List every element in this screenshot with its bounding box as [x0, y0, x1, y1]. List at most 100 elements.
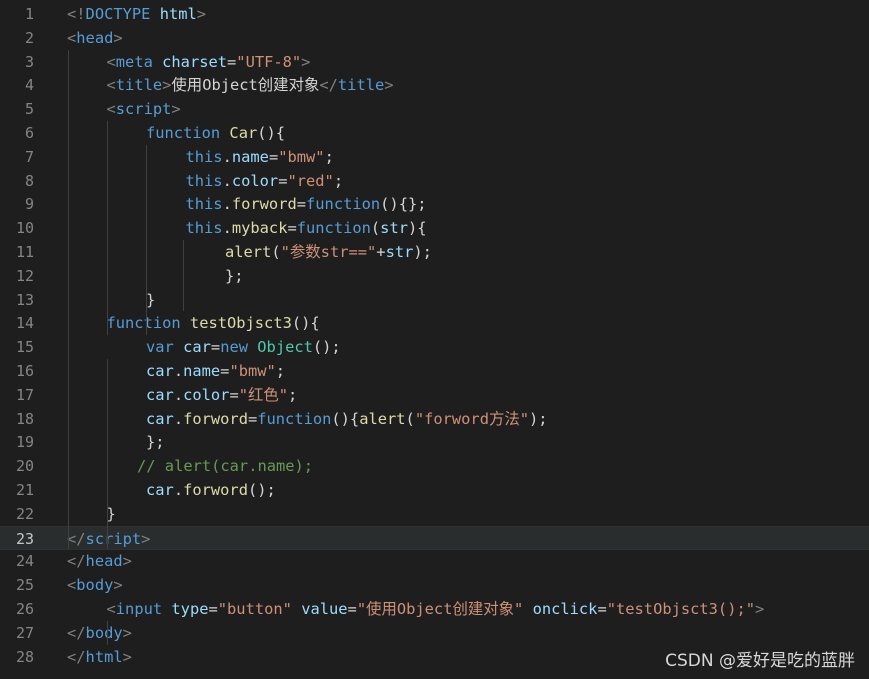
code-token: =	[296, 195, 307, 214]
code-token: <	[106, 52, 116, 71]
code-line[interactable]: 17 car.color="红色";	[0, 383, 869, 407]
code-token: "button"	[217, 600, 292, 618]
code-line[interactable]: 2 <head>	[0, 26, 869, 50]
code-token: str	[385, 243, 414, 261]
code-line[interactable]: 24 </head>	[0, 549, 869, 573]
code-token: title	[337, 76, 385, 95]
code-line[interactable]: 3 <meta charset="UTF-8">	[0, 50, 869, 74]
code-token: ){	[407, 219, 427, 238]
line-number: 19	[15, 433, 34, 452]
code-text: <input type="button" value="使用Object创建对象…	[107, 597, 765, 621]
indent-guide	[68, 49, 69, 550]
code-line[interactable]: 8 this.color="red";	[0, 169, 869, 193]
code-token: .	[173, 385, 184, 404]
code-line[interactable]: 4 <title>使用Object创建对象</title>	[0, 73, 869, 97]
code-line[interactable]: 16 car.name="bmw";	[0, 359, 869, 383]
code-token: body	[76, 576, 114, 595]
code-token: name	[183, 362, 221, 380]
code-line[interactable]: 23 </script>	[0, 525, 869, 550]
code-token: .	[173, 481, 184, 499]
code-token: =	[597, 600, 607, 618]
code-token: .	[222, 147, 232, 166]
code-token: >	[122, 552, 132, 571]
code-line[interactable]: 7 this.name="bmw";	[0, 145, 869, 169]
line-number: 14	[15, 314, 34, 333]
code-text: this.name="bmw";	[186, 145, 334, 169]
code-token: this	[185, 171, 223, 190]
code-line[interactable]: 26 <input type="button" value="使用Object创建…	[0, 597, 869, 621]
line-number: 4	[24, 76, 34, 95]
code-line[interactable]: 13}	[0, 288, 869, 312]
code-token: forword	[231, 195, 297, 214]
code-text: }	[146, 288, 155, 312]
code-line[interactable]: 12};	[0, 264, 869, 288]
indent-guide	[183, 240, 184, 312]
code-token: "testObjsct3();"	[606, 600, 755, 618]
code-token: function	[257, 409, 332, 428]
code-line[interactable]: 10 this.myback=function(str){	[0, 216, 869, 240]
line-number: 8	[24, 171, 34, 190]
code-token: "使用Object创建对象"	[356, 600, 524, 618]
code-text: // alert(car.name);	[137, 454, 313, 478]
line-number: 22	[15, 504, 34, 523]
code-token: ();	[312, 338, 341, 357]
code-token: <	[67, 28, 77, 47]
code-token: "UTF-8"	[236, 52, 302, 71]
code-line[interactable]: 15 var car=new Object();	[0, 335, 869, 359]
code-line[interactable]: 5 <script>	[0, 97, 869, 121]
code-editor[interactable]: 1 <!DOCTYPE html> 2 <head> 3 <meta charset="U…	[0, 0, 869, 679]
code-token: title	[115, 76, 163, 95]
code-token: ();	[247, 481, 276, 499]
code-text: </html>	[67, 645, 132, 669]
code-token: (	[405, 409, 415, 428]
code-line[interactable]: 21 car.forword();	[0, 478, 869, 502]
code-token: =	[247, 409, 258, 428]
code-line[interactable]: 9 this.forword=function(){};	[0, 192, 869, 216]
code-line[interactable]: 25 <body>	[0, 573, 869, 597]
code-line[interactable]: 19};	[0, 430, 869, 454]
code-token: (	[370, 219, 381, 238]
code-line[interactable]: 11 alert("参数str=="+str);	[0, 240, 869, 264]
code-token: car	[146, 385, 174, 404]
line-number: 21	[15, 481, 34, 499]
code-token: </	[67, 552, 86, 571]
code-line[interactable]: 18 car.forword=function(){alert("forword方…	[0, 407, 869, 431]
code-text: <head>	[67, 26, 123, 50]
code-token: }	[146, 290, 156, 309]
line-number: 10	[15, 219, 34, 238]
code-token: "红色"	[238, 385, 289, 404]
code-token: onclick	[532, 600, 598, 618]
code-token: <	[67, 576, 77, 595]
code-token: meta	[115, 52, 153, 71]
code-token: >	[171, 100, 181, 119]
code-token: >	[196, 5, 207, 23]
code-token: script	[85, 529, 142, 548]
code-text: <!DOCTYPE html>	[67, 2, 206, 26]
code-token: ;	[333, 171, 344, 190]
code-token: </	[67, 647, 86, 666]
code-line[interactable]: 14 function testObjsct3(){	[0, 311, 869, 335]
code-line[interactable]: 22}	[0, 502, 869, 526]
code-token: forword	[183, 409, 248, 428]
line-number: 3	[24, 52, 34, 71]
indent-guide	[107, 121, 108, 336]
code-token: str	[380, 219, 408, 238]
code-token: color	[183, 385, 230, 404]
line-number: 28	[15, 647, 34, 666]
code-token: =	[287, 219, 297, 238]
code-token: body	[85, 623, 123, 642]
code-text: <title>使用Object创建对象</title>	[107, 73, 394, 97]
code-token: alert	[225, 243, 272, 261]
code-token: >	[384, 76, 394, 95]
code-line[interactable]: 20 // alert(car.name);	[0, 454, 869, 478]
line-number: 24	[15, 552, 34, 571]
code-line[interactable]: 27 </body>	[0, 621, 869, 645]
code-line[interactable]: 1 <!DOCTYPE html>	[0, 2, 869, 26]
code-token: .	[173, 362, 184, 380]
code-line[interactable]: 6 function Car(){	[0, 121, 869, 145]
